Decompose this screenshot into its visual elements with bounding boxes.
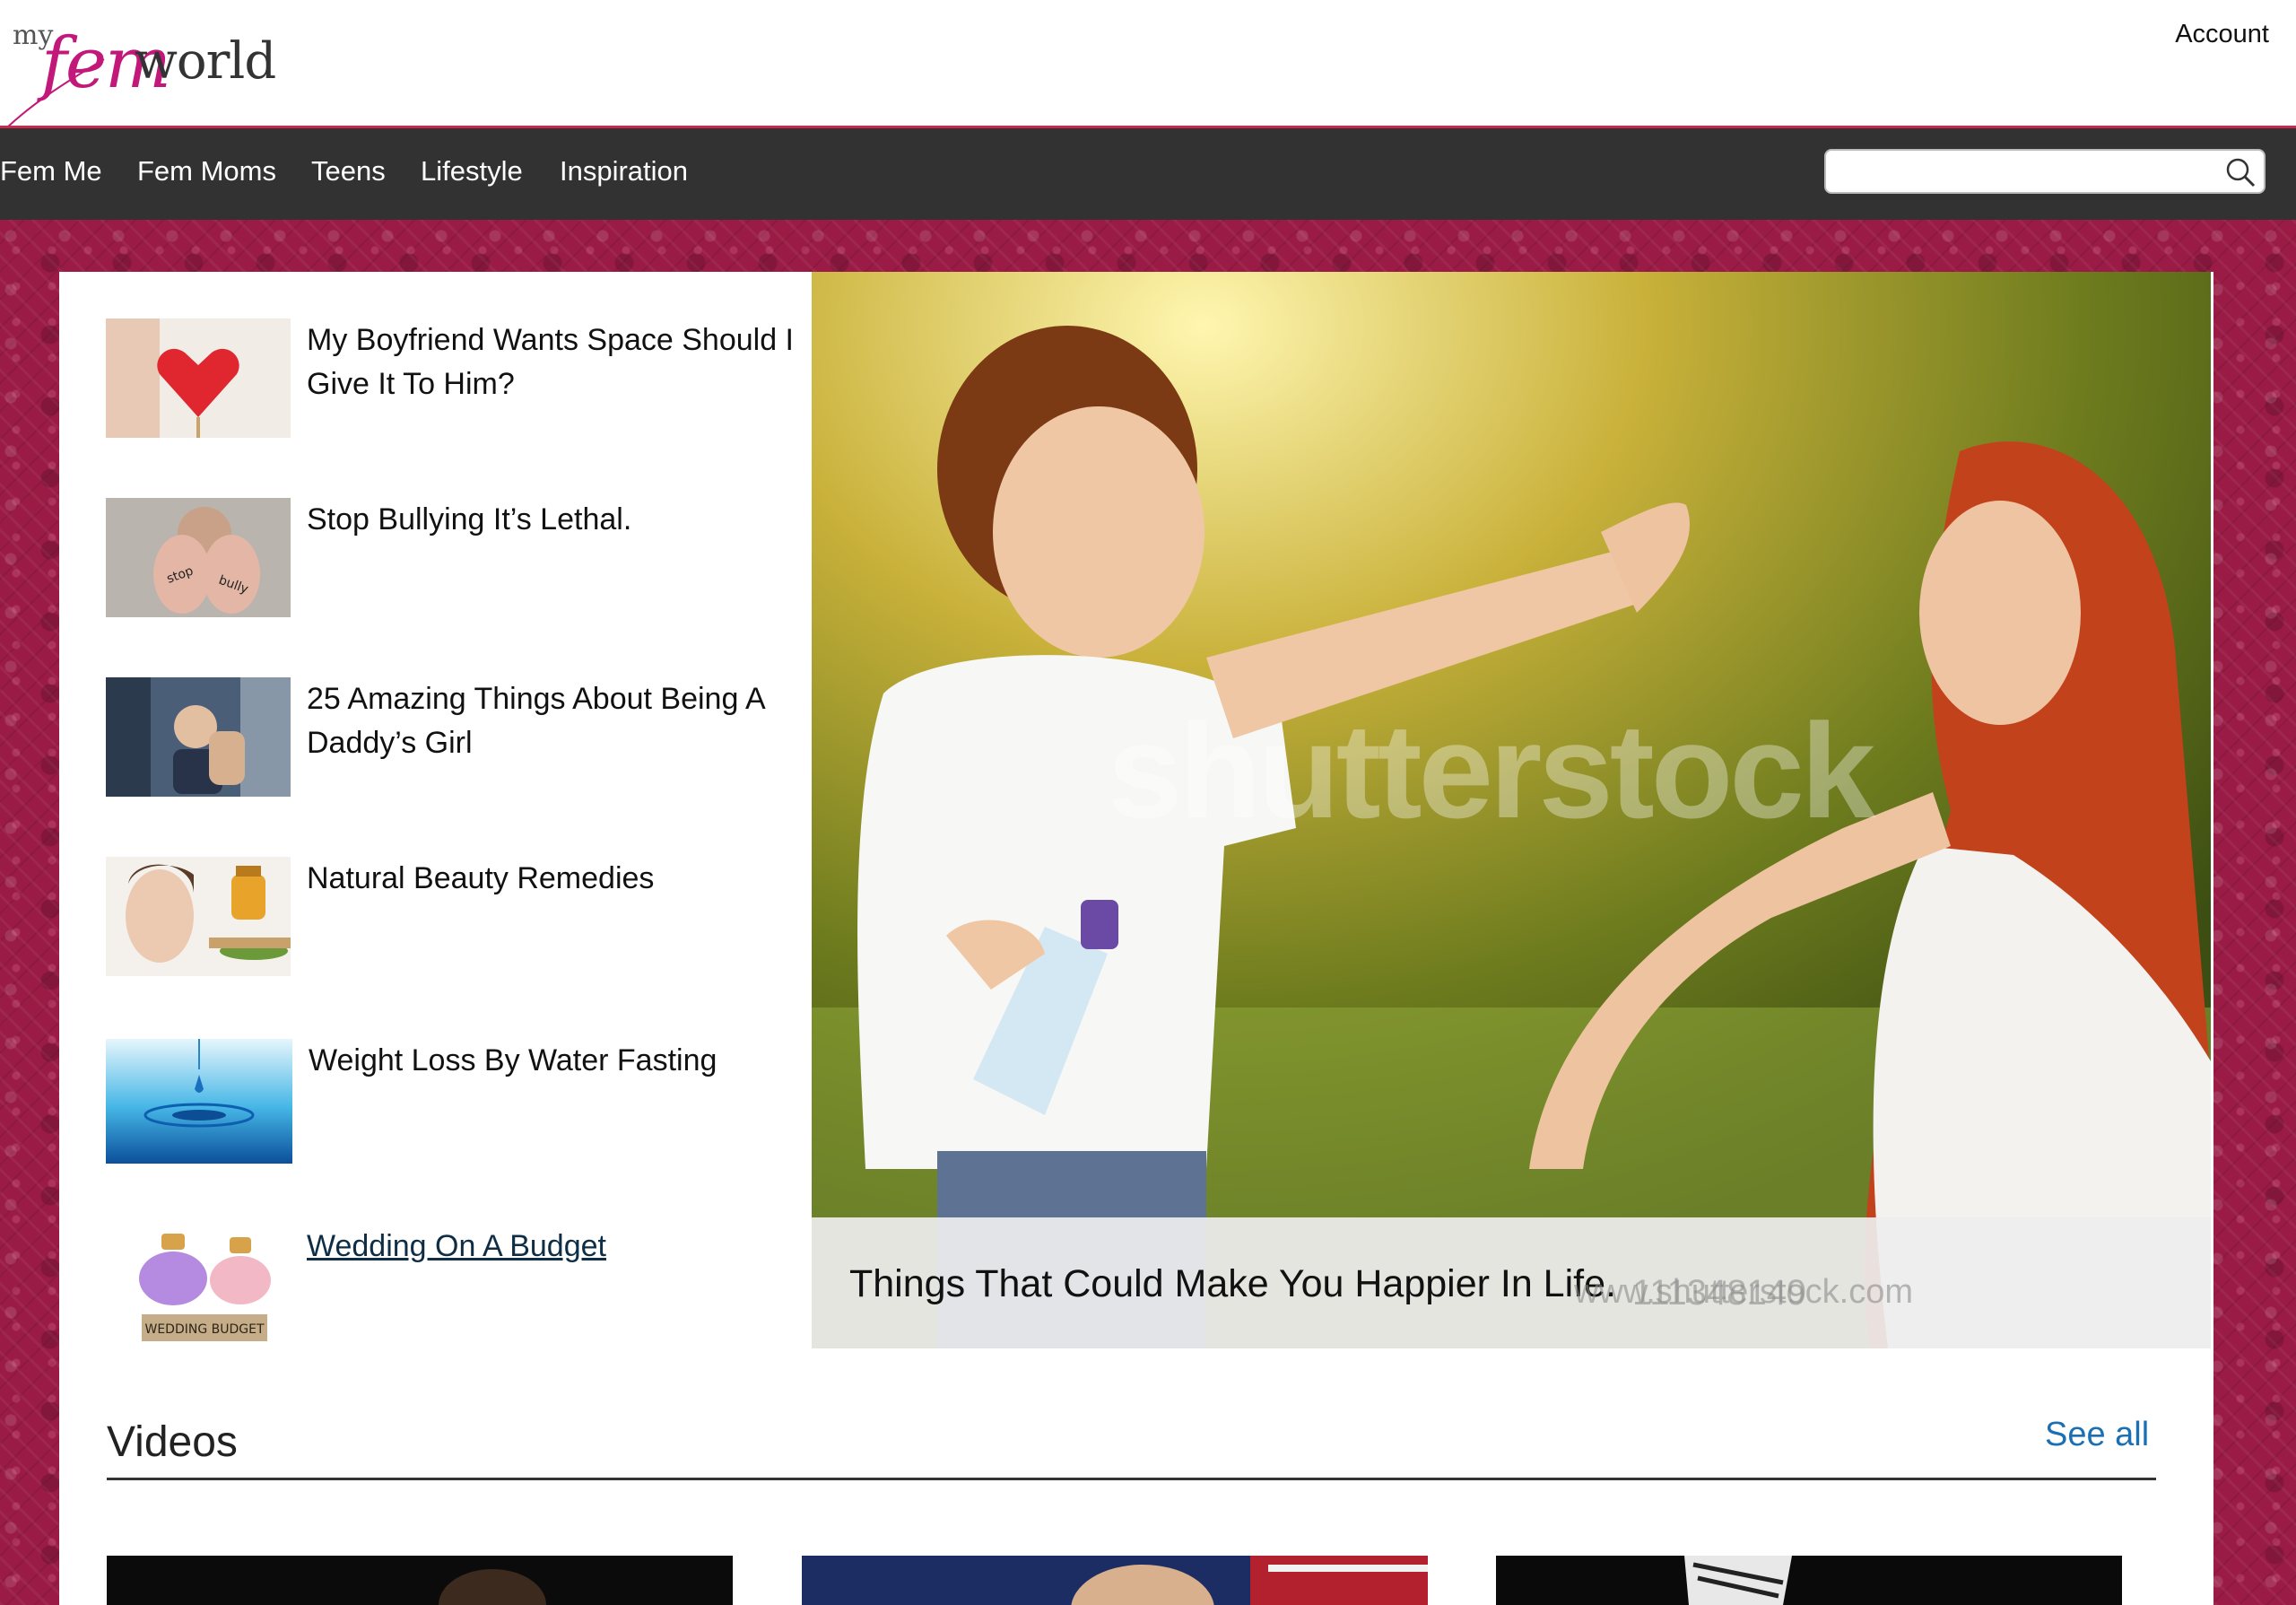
article-thumbnail[interactable] [106, 1039, 292, 1164]
hero-watermark: shutterstock [1108, 695, 1875, 846]
list-item[interactable]: My Boyfriend Wants Space Should I Give I… [106, 318, 823, 444]
list-item[interactable]: Natural Beauty Remedies [106, 857, 823, 982]
article-thumbnail[interactable] [106, 677, 291, 797]
article-title[interactable]: Weight Loss By Water Fasting [309, 1039, 811, 1083]
search-input[interactable] [1824, 149, 2266, 194]
video-thumbnail[interactable] [802, 1556, 1428, 1605]
nav-item-fem-me[interactable]: Fem Me [0, 155, 102, 188]
hero-caption-bar[interactable]: Things That Could Make You Happier In Li… [812, 1217, 2211, 1348]
article-thumbnail[interactable] [106, 857, 291, 976]
thumbnail-label: WEDDING BUDGET [144, 1322, 264, 1337]
logo-world: world [135, 32, 276, 91]
list-item[interactable]: WEDDING BUDGET Wedding On A Budget [106, 1225, 823, 1350]
account-link[interactable]: Account [2175, 20, 2269, 49]
hero-watermark-id: 111348149 [1632, 1273, 1807, 1313]
nav-item-teens[interactable]: Teens [311, 155, 386, 188]
list-item[interactable]: 25 Amazing Things About Being A Daddy’s … [106, 677, 823, 803]
hero-caption[interactable]: Things That Could Make You Happier In Li… [849, 1262, 1616, 1306]
nav-item-fem-moms[interactable]: Fem Moms [137, 155, 276, 188]
nav-item-lifestyle[interactable]: Lifestyle [421, 155, 523, 188]
list-item[interactable]: stop bully Stop Bullying It’s Lethal. [106, 498, 823, 624]
video-thumbnail[interactable] [1496, 1556, 2122, 1605]
article-thumbnail[interactable]: WEDDING BUDGET [124, 1225, 285, 1347]
site-header: my fem world Account [0, 0, 2296, 128]
article-thumbnail[interactable] [106, 318, 291, 438]
article-thumbnail[interactable]: stop bully [106, 498, 291, 617]
logo-swoosh-icon [6, 58, 105, 128]
article-title[interactable]: Wedding On A Budget [307, 1225, 809, 1269]
article-title[interactable]: Stop Bullying It’s Lethal. [307, 498, 809, 542]
article-title[interactable]: 25 Amazing Things About Being A Daddy’s … [307, 677, 809, 765]
video-thumbnail[interactable] [107, 1556, 733, 1605]
article-title[interactable]: Natural Beauty Remedies [307, 857, 809, 901]
site-logo[interactable]: my fem world [5, 14, 276, 128]
search-icon[interactable] [2224, 156, 2257, 188]
list-item[interactable]: Weight Loss By Water Fasting [106, 1039, 823, 1164]
see-all-link[interactable]: See all [2045, 1416, 2149, 1454]
hero-feature[interactable]: shutterstock Things That Could Make You … [812, 272, 2211, 1348]
nav-item-inspiration[interactable]: Inspiration [560, 155, 688, 188]
videos-section-title: Videos [107, 1418, 238, 1466]
article-title[interactable]: My Boyfriend Wants Space Should I Give I… [307, 318, 809, 406]
videos-divider [107, 1478, 2156, 1480]
